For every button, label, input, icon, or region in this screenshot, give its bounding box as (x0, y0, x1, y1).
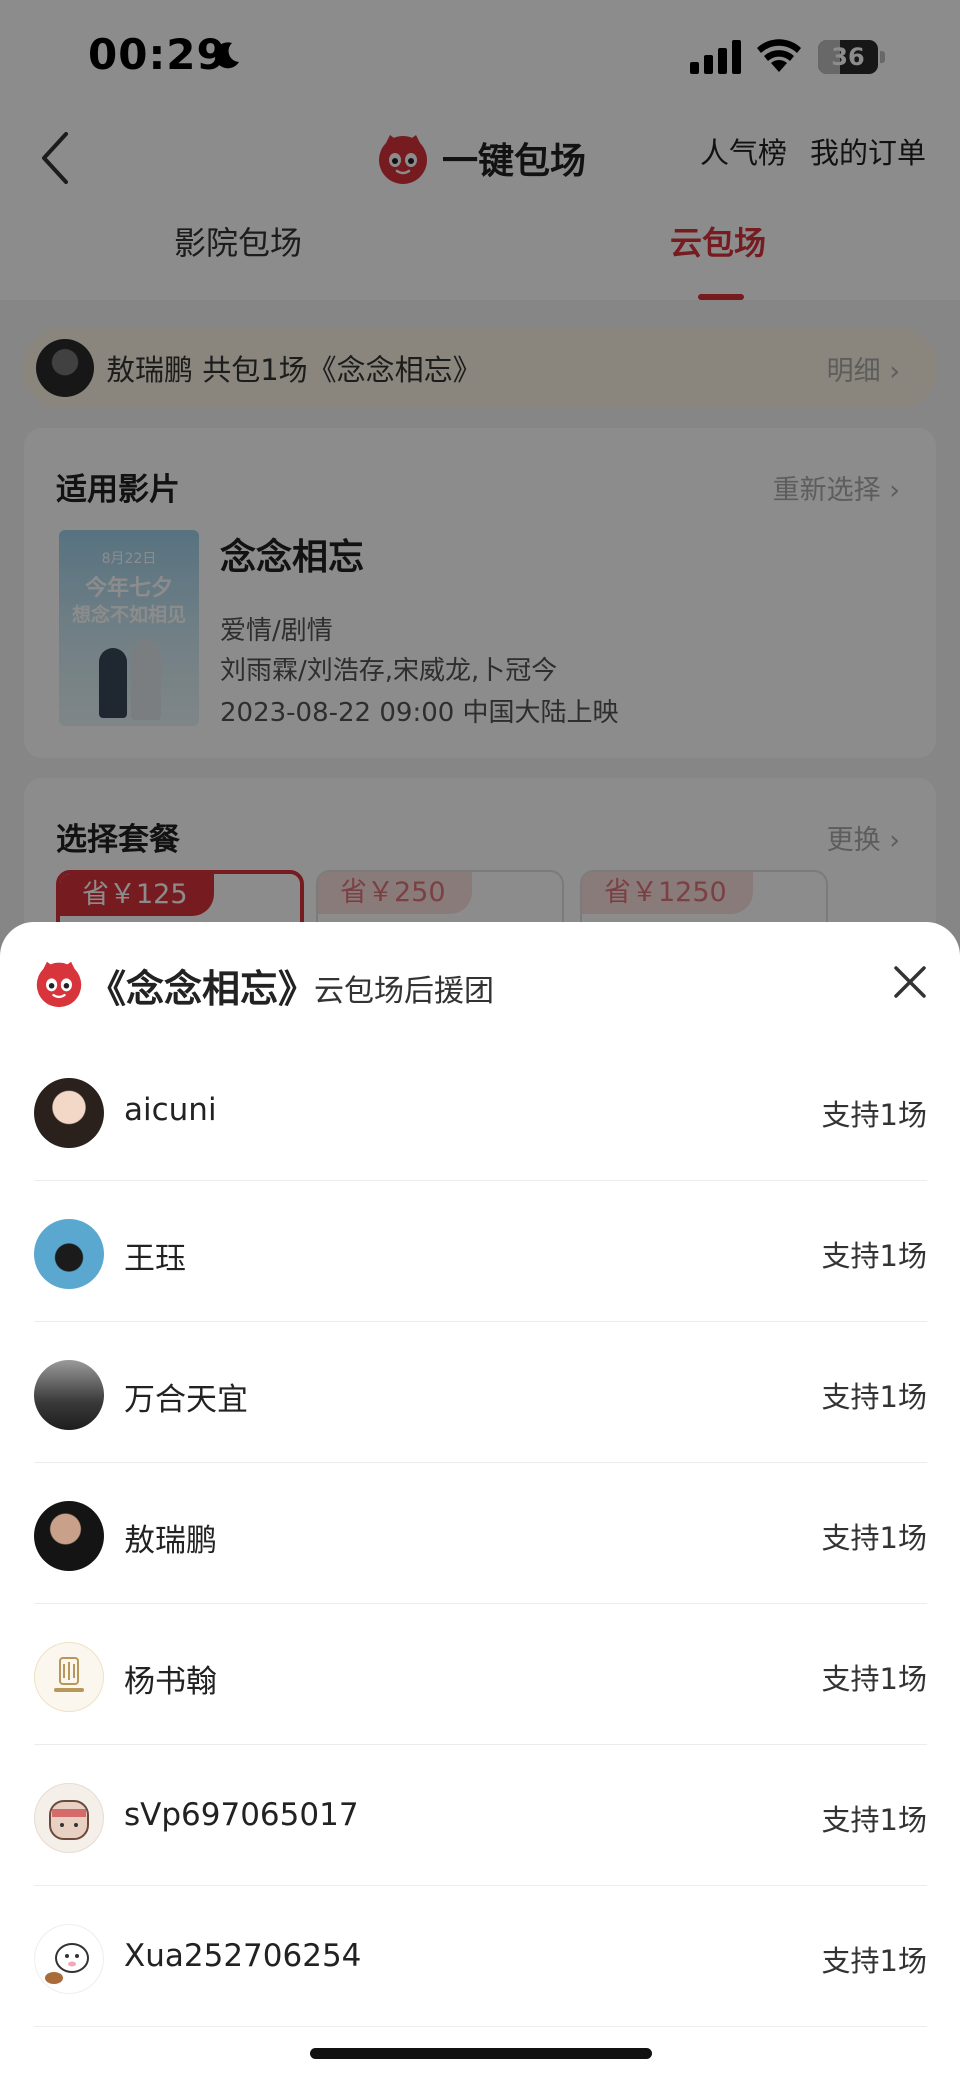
avatar (34, 1360, 104, 1430)
list-item[interactable]: 敖瑞鹏 支持1场 (34, 1463, 927, 1604)
avatar (34, 1783, 104, 1853)
supporter-name: 王珏 (124, 1241, 186, 1277)
support-count: 支持1场 (821, 1662, 927, 1696)
close-icon[interactable] (890, 962, 930, 1002)
support-count: 支持1场 (821, 1803, 927, 1837)
support-count: 支持1场 (821, 1944, 927, 1978)
sheet-subtitle: 云包场后援团 (314, 974, 494, 1009)
cartoon-character-icon (45, 1943, 89, 1984)
avatar (34, 1642, 104, 1712)
list-item[interactable]: 万合天宜 支持1场 (34, 1322, 927, 1463)
list-item[interactable]: sVp697065017 支持1场 (34, 1745, 927, 1886)
supporters-list: aicuni 支持1场 王珏 支持1场 万合天宜 支持1场 敖瑞鹏 支持1场 杨… (34, 1040, 927, 2027)
supporter-name: 敖瑞鹏 (124, 1523, 217, 1559)
supporter-name: 万合天宜 (124, 1382, 248, 1418)
avatar (34, 1501, 104, 1571)
avatar (34, 1078, 104, 1148)
list-item[interactable]: Xua252706254 支持1场 (34, 1886, 927, 2027)
cartoon-face-icon (49, 1800, 89, 1840)
cat-logo-icon (36, 961, 82, 1008)
support-count: 支持1场 (821, 1098, 927, 1132)
supporter-name: Xua252706254 (124, 1938, 362, 1974)
home-indicator[interactable] (310, 2048, 652, 2059)
list-item[interactable]: 王珏 支持1场 (34, 1181, 927, 1322)
support-count: 支持1场 (821, 1239, 927, 1273)
avatar (34, 1924, 104, 1994)
list-item[interactable]: aicuni 支持1场 (34, 1040, 927, 1181)
sheet-header: 《念念相忘》 云包场后援团 (0, 922, 960, 1042)
supporter-name: 杨书翰 (124, 1664, 217, 1700)
avatar (34, 1219, 104, 1289)
support-count: 支持1场 (821, 1521, 927, 1555)
supporter-name: aicuni (124, 1092, 217, 1128)
list-item[interactable]: 杨书翰 支持1场 (34, 1604, 927, 1745)
supporters-sheet: 《念念相忘》 云包场后援团 aicuni 支持1场 王珏 支持1场 万合天宜 支… (0, 922, 960, 2077)
supporter-name: sVp697065017 (124, 1797, 359, 1833)
support-count: 支持1场 (821, 1380, 927, 1414)
sheet-film-title: 《念念相忘》 (88, 967, 317, 1011)
brand-logo-icon (54, 1657, 84, 1692)
